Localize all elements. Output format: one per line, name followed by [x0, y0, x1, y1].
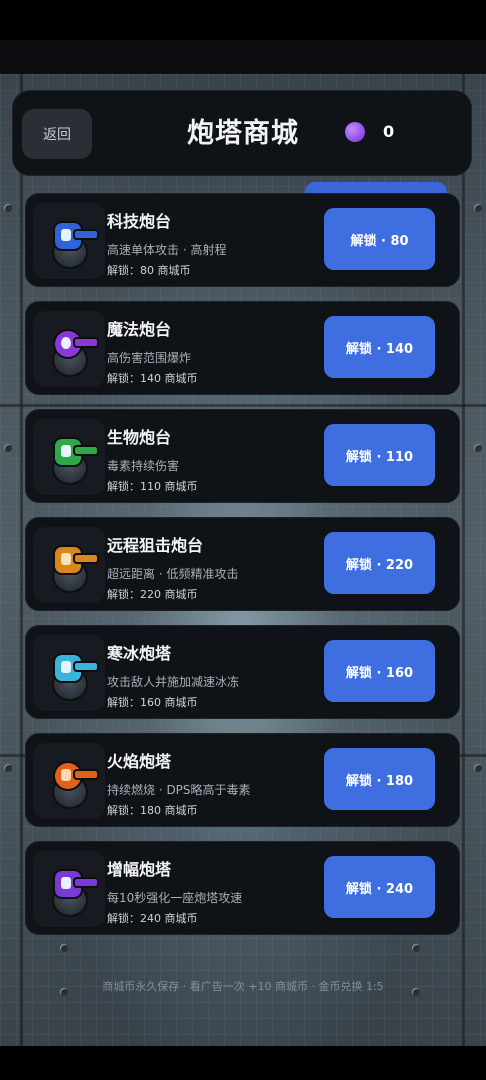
turret-barrel [75, 879, 97, 886]
coin-count: 0 [383, 122, 395, 141]
navigation-bar [0, 1046, 486, 1080]
turret-cost: 解锁：220 商城币 [107, 588, 198, 601]
turret-barrel [75, 555, 97, 562]
turret-description: 高速单体攻击 · 高射程 [107, 243, 227, 257]
turret-core [61, 553, 71, 565]
panel-seam [20, 74, 23, 1046]
turret-name: 科技炮台 [107, 212, 172, 231]
turret-card-magic: 魔法炮台 高伤害范围爆炸 解锁：140 商城币 解锁 · 140 [25, 301, 460, 395]
turret-description: 超远距离 · 低频精准攻击 [107, 567, 239, 581]
turret-name: 远程狙击炮台 [107, 536, 204, 555]
unlock-button[interactable]: 解锁 · 80 [324, 208, 435, 270]
rivet [474, 204, 482, 212]
tech-turret-icon [33, 203, 105, 279]
turret-card-amplify: 增幅炮塔 每10秒强化一座炮塔攻速 解锁：240 商城币 解锁 · 240 [25, 841, 460, 935]
turret-card-ice: 寒冰炮塔 攻击敌人并施加减速冰冻 解锁：160 商城币 解锁 · 160 [25, 625, 460, 719]
turret-name: 增幅炮塔 [107, 860, 172, 879]
turret-cost: 解锁：240 商城币 [107, 912, 198, 925]
unlock-button[interactable]: 解锁 · 160 [324, 640, 435, 702]
fire-turret-icon [33, 743, 105, 819]
unlock-button[interactable]: 解锁 · 140 [324, 316, 435, 378]
turret-core [61, 445, 71, 457]
turret-card-tech: 科技炮台 高速单体攻击 · 高射程 解锁：80 商城币 解锁 · 80 [25, 193, 460, 287]
rivet [4, 444, 12, 452]
turret-core [61, 877, 71, 889]
footer-note: 商城币永久保存 · 看广告一次 +10 商城币 · 金币兑换 1:5 [102, 980, 384, 993]
shop-header: 返回 炮塔商城 0 [12, 90, 472, 176]
turret-cost: 解锁：180 商城币 [107, 804, 198, 817]
magic-turret-icon [33, 311, 105, 387]
turret-barrel [75, 663, 97, 670]
turret-card-fire: 火焰炮塔 持续燃烧 · DPS略高于毒素 解锁：180 商城币 解锁 · 180 [25, 733, 460, 827]
amplify-turret-icon [33, 851, 105, 927]
status-bar [0, 0, 486, 40]
turret-core [61, 661, 71, 673]
screen: 返回 炮塔商城 0 科技炮台 高速单体攻击 · 高射程 解锁：80 商城币 解锁… [0, 0, 486, 1080]
unlock-button[interactable]: 解锁 · 110 [324, 424, 435, 486]
rivet [60, 944, 68, 952]
unlock-button[interactable]: 解锁 · 220 [324, 532, 435, 594]
turret-cost: 解锁：80 商城币 [107, 264, 191, 277]
turret-barrel [75, 447, 97, 454]
top-strip [0, 40, 486, 74]
sniper-turret-icon [33, 527, 105, 603]
turret-core [61, 769, 71, 781]
turret-name: 火焰炮塔 [107, 752, 172, 771]
turret-card-sniper: 远程狙击炮台 超远距离 · 低频精准攻击 解锁：220 商城币 解锁 · 220 [25, 517, 460, 611]
turret-description: 毒素持续伤害 [107, 459, 180, 473]
turret-description: 持续燃烧 · DPS略高于毒素 [107, 783, 251, 797]
unlock-button[interactable]: 解锁 · 240 [324, 856, 435, 918]
rivet [412, 944, 420, 952]
bio-turret-icon [33, 419, 105, 495]
turret-name: 寒冰炮塔 [107, 644, 172, 663]
ice-turret-icon [33, 635, 105, 711]
turret-barrel [75, 771, 97, 778]
rivet [4, 204, 12, 212]
page-title: 炮塔商城 [187, 118, 299, 149]
turret-barrel [75, 231, 97, 238]
turret-card-bio: 生物炮台 毒素持续伤害 解锁：110 商城币 解锁 · 110 [25, 409, 460, 503]
turret-core [61, 229, 71, 241]
back-button[interactable]: 返回 [22, 109, 92, 159]
turret-name: 魔法炮台 [107, 320, 172, 339]
turret-description: 攻击敌人并施加减速冰冻 [107, 675, 240, 689]
turret-core [61, 337, 71, 349]
turret-name: 生物炮台 [107, 428, 172, 447]
rivet [474, 444, 482, 452]
rivet [474, 764, 482, 772]
rivet [4, 764, 12, 772]
turret-cost: 解锁：140 商城币 [107, 372, 198, 385]
unlock-button[interactable]: 解锁 · 180 [324, 748, 435, 810]
shop-coin-icon [345, 122, 365, 142]
turret-cost: 解锁：110 商城币 [107, 480, 198, 493]
turret-description: 高伤害范围爆炸 [107, 351, 192, 365]
turret-cost: 解锁：160 商城币 [107, 696, 198, 709]
turret-barrel [75, 339, 97, 346]
panel-seam [0, 404, 486, 407]
panel-seam [462, 74, 465, 1046]
turret-description: 每10秒强化一座炮塔攻速 [107, 891, 243, 905]
